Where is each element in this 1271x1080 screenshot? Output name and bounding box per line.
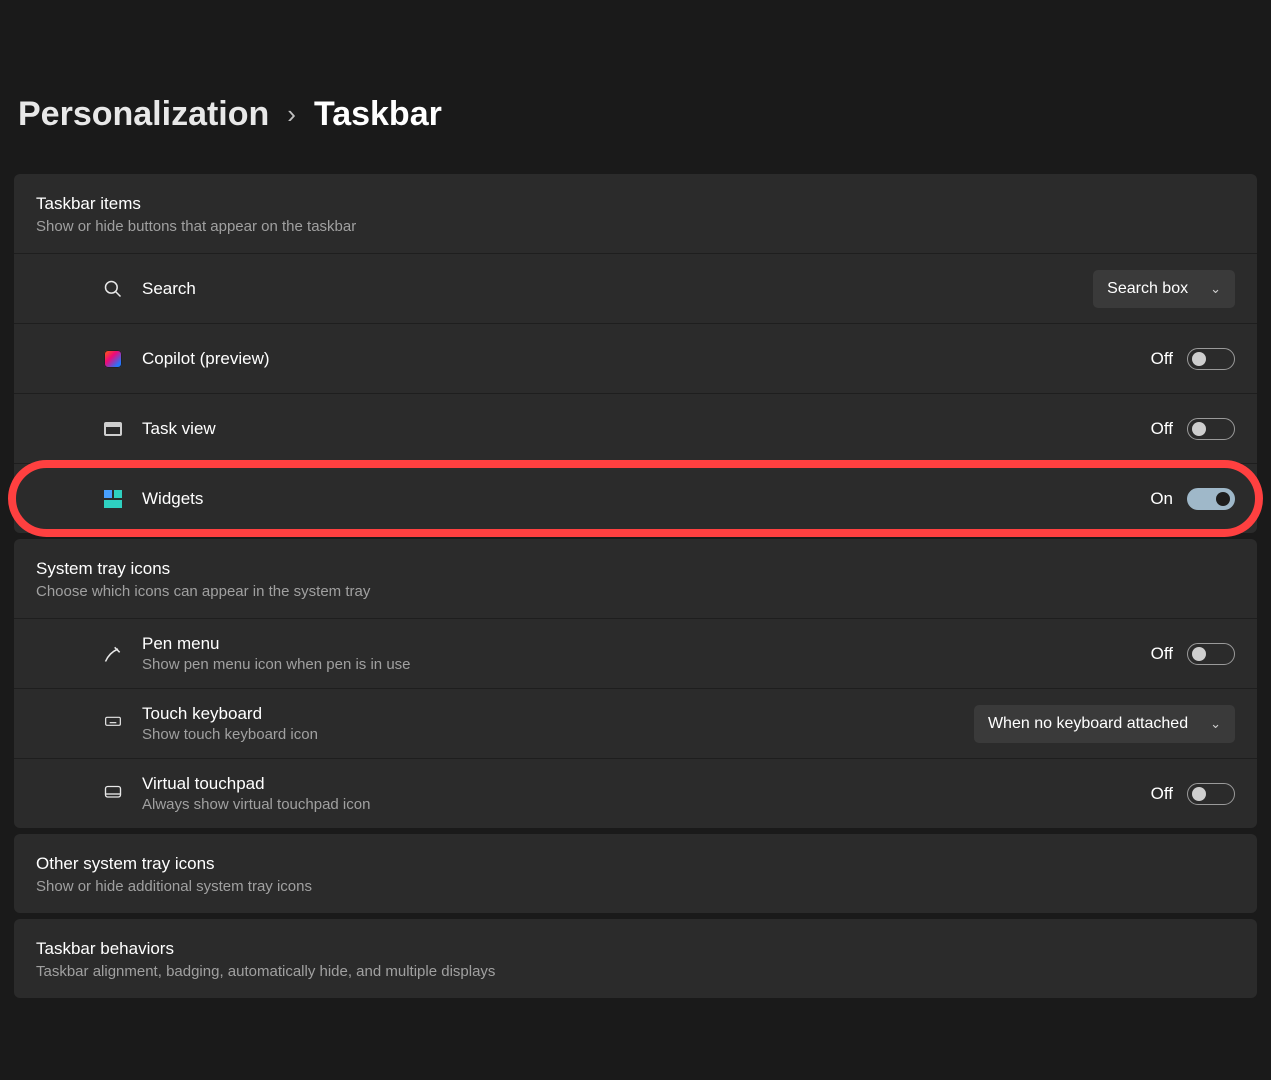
row-label: Task view xyxy=(142,419,1151,439)
pen-icon xyxy=(102,643,124,665)
search-icon xyxy=(102,278,124,300)
taskview-icon xyxy=(102,418,124,440)
row-sub: Show touch keyboard icon xyxy=(142,726,974,743)
row-widgets: Widgets On xyxy=(14,463,1257,533)
row-touch-keyboard: Touch keyboard Show touch keyboard icon … xyxy=(14,688,1257,758)
row-label: Widgets xyxy=(142,489,1150,509)
row-sub: Always show virtual touchpad icon xyxy=(142,796,1151,813)
toggle-state: Off xyxy=(1151,644,1173,664)
section-header-system-tray[interactable]: System tray icons Choose which icons can… xyxy=(14,539,1257,618)
widgets-icon xyxy=(102,488,124,510)
chevron-down-icon: ⌄ xyxy=(1210,716,1221,732)
row-label: Copilot (preview) xyxy=(142,349,1151,369)
breadcrumb-parent[interactable]: Personalization xyxy=(18,95,269,134)
section-subtitle: Taskbar alignment, badging, automaticall… xyxy=(36,963,1235,980)
section-title: Other system tray icons xyxy=(36,854,1235,874)
toggle-state: Off xyxy=(1151,349,1173,369)
chevron-right-icon: › xyxy=(287,99,296,130)
section-subtitle: Choose which icons can appear in the sys… xyxy=(36,583,1235,600)
row-sub: Show pen menu icon when pen is in use xyxy=(142,656,1151,673)
row-label: Touch keyboard xyxy=(142,704,974,724)
row-pen-menu: Pen menu Show pen menu icon when pen is … xyxy=(14,618,1257,688)
pen-toggle[interactable] xyxy=(1187,643,1235,665)
section-subtitle: Show or hide additional system tray icon… xyxy=(36,878,1235,895)
row-virtual-touchpad: Virtual touchpad Always show virtual tou… xyxy=(14,758,1257,828)
touch-keyboard-dropdown[interactable]: When no keyboard attached ⌄ xyxy=(974,705,1235,743)
breadcrumb-current: Taskbar xyxy=(314,95,442,134)
settings-page: Personalization › Taskbar Taskbar items … xyxy=(0,0,1271,998)
chevron-down-icon: ⌄ xyxy=(1210,281,1221,297)
section-title: System tray icons xyxy=(36,559,1235,579)
touchpad-icon xyxy=(102,783,124,805)
section-title: Taskbar items xyxy=(36,194,1235,214)
section-subtitle: Show or hide buttons that appear on the … xyxy=(36,218,1235,235)
row-label: Virtual touchpad xyxy=(142,774,1151,794)
row-label: Pen menu xyxy=(142,634,1151,654)
row-label: Search xyxy=(142,279,1093,299)
toggle-state: Off xyxy=(1151,784,1173,804)
section-title: Taskbar behaviors xyxy=(36,939,1235,959)
section-header-taskbar-items[interactable]: Taskbar items Show or hide buttons that … xyxy=(14,174,1257,253)
keyboard-icon xyxy=(102,713,124,735)
search-dropdown[interactable]: Search box ⌄ xyxy=(1093,270,1235,308)
toggle-state: On xyxy=(1150,489,1173,509)
row-taskview: Task view Off xyxy=(14,393,1257,463)
section-other-tray[interactable]: Other system tray icons Show or hide add… xyxy=(14,834,1257,913)
copilot-toggle[interactable] xyxy=(1187,348,1235,370)
dropdown-value: Search box xyxy=(1107,280,1188,298)
section-system-tray: System tray icons Choose which icons can… xyxy=(14,539,1257,828)
taskview-toggle[interactable] xyxy=(1187,418,1235,440)
section-taskbar-behaviors[interactable]: Taskbar behaviors Taskbar alignment, bad… xyxy=(14,919,1257,998)
breadcrumb: Personalization › Taskbar xyxy=(0,95,1271,134)
dropdown-value: When no keyboard attached xyxy=(988,715,1188,733)
virtual-touchpad-toggle[interactable] xyxy=(1187,783,1235,805)
row-copilot: Copilot (preview) Off xyxy=(14,323,1257,393)
toggle-state: Off xyxy=(1151,419,1173,439)
copilot-icon xyxy=(102,348,124,370)
row-search: Search Search box ⌄ xyxy=(14,253,1257,323)
section-taskbar-items: Taskbar items Show or hide buttons that … xyxy=(14,174,1257,533)
widgets-toggle[interactable] xyxy=(1187,488,1235,510)
